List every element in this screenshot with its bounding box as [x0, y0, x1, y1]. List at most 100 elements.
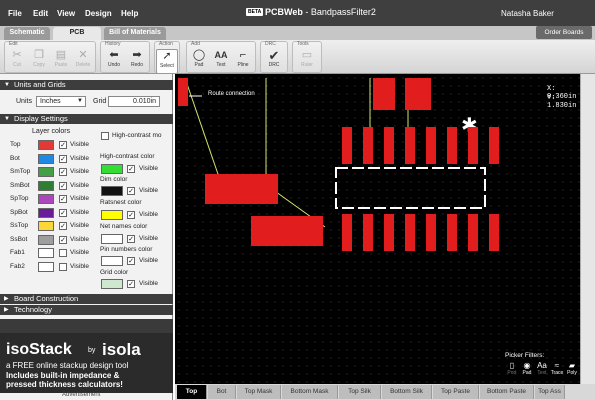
ratsnest-visible-checkbox[interactable]: ✓: [127, 211, 135, 219]
grid-visible-checkbox[interactable]: ✓: [127, 280, 135, 288]
display-settings-header[interactable]: ▼ Display Settings: [0, 114, 173, 124]
high-contrast-visible-checkbox[interactable]: ✓: [127, 165, 135, 173]
menu-view[interactable]: View: [57, 9, 75, 18]
net-names-visible-checkbox[interactable]: ✓: [127, 235, 135, 243]
layer-color-swatch[interactable]: [38, 194, 54, 204]
layer-color-swatch[interactable]: [38, 180, 54, 191]
layer-visible-checkbox[interactable]: ✓: [59, 222, 67, 230]
ruler-button[interactable]: ▭ Ruler: [296, 49, 318, 74]
menu-help[interactable]: Help: [121, 9, 138, 18]
cut-button[interactable]: ✂ Cut: [6, 49, 28, 74]
pcb-canvas[interactable]: ✱ Route connection X: 0.360in Y: 1.830in…: [175, 74, 580, 384]
picker-filter-trace[interactable]: ≈ Trace: [550, 361, 564, 376]
pad[interactable]: [178, 78, 188, 106]
grid-color-swatch[interactable]: [101, 279, 123, 289]
redo-button[interactable]: ➡ Redo: [126, 49, 148, 74]
ic-pin-pad[interactable]: [384, 214, 394, 251]
layer-color-swatch[interactable]: [38, 153, 54, 164]
layer-visible-checkbox[interactable]: ✓: [59, 141, 67, 149]
layer-tab-bottom-mask[interactable]: Bottom Mask: [282, 385, 338, 399]
pin-numbers-visible-checkbox[interactable]: ✓: [127, 257, 135, 265]
menu-design[interactable]: Design: [85, 9, 112, 18]
board-construction-header[interactable]: ▶ Board Construction: [0, 294, 173, 304]
ic-pin-pad[interactable]: [405, 214, 415, 251]
layer-color-swatch[interactable]: [38, 207, 54, 218]
vertical-scrollbar[interactable]: [580, 74, 595, 384]
delete-button[interactable]: ✕ Delete: [72, 49, 94, 74]
net-names-color-swatch[interactable]: [101, 234, 123, 244]
layer-visible-checkbox[interactable]: ✓: [59, 235, 67, 244]
picker-filter-poly[interactable]: ▰ Poly: [565, 361, 579, 376]
tab-pcb[interactable]: PCB: [53, 27, 101, 40]
technology-header[interactable]: ▶ Technology: [0, 305, 173, 315]
copy-button[interactable]: ❐ Copy: [28, 49, 50, 74]
layer-color-swatch[interactable]: [38, 234, 54, 245]
ic-pin-pad[interactable]: [405, 127, 415, 164]
layer-visible-checkbox[interactable]: ✓: [59, 181, 67, 190]
units-select[interactable]: Inches ▼: [36, 96, 86, 107]
menu-edit[interactable]: Edit: [33, 9, 48, 18]
layer-color-swatch[interactable]: [38, 221, 54, 231]
pad[interactable]: [275, 216, 323, 246]
dim-visible-checkbox[interactable]: ✓: [127, 187, 135, 195]
layer-visible-checkbox[interactable]: ✓: [59, 154, 67, 163]
picker-filter-port[interactable]: ▯ Port: [505, 361, 519, 376]
high-contrast-color-swatch[interactable]: [101, 164, 123, 174]
dim-color-swatch[interactable]: [101, 186, 123, 196]
ic-pin-pad[interactable]: [342, 127, 352, 164]
select-button[interactable]: ➚ Select: [156, 49, 178, 74]
ic-pin-pad[interactable]: [468, 214, 478, 251]
layer-tab-top-silk[interactable]: Top Silk: [339, 385, 381, 399]
layer-tab-top-ass[interactable]: Top Ass: [535, 385, 565, 399]
ic-pin-pad[interactable]: [363, 127, 373, 164]
ratsnest-color-swatch[interactable]: [101, 210, 123, 220]
ic-pin-pad[interactable]: [489, 214, 499, 251]
picker-filter-pad[interactable]: ◉ Pad: [520, 361, 534, 376]
pad[interactable]: [405, 78, 431, 110]
pad[interactable]: [373, 78, 395, 110]
order-boards-button[interactable]: Order Boards: [536, 26, 592, 39]
tab-schematic[interactable]: Schematic: [4, 27, 50, 40]
layer-tab-top-paste[interactable]: Top Paste: [433, 385, 479, 399]
layer-visible-checkbox[interactable]: ✓: [59, 168, 67, 176]
isostack-advertisement[interactable]: isoStack by isola a FREE online stackup …: [0, 333, 173, 393]
layer-color-swatch[interactable]: [38, 248, 54, 258]
layer-tab-bot[interactable]: Bot: [208, 385, 236, 399]
undo-button[interactable]: ⬅ Undo: [103, 49, 125, 74]
ic-pin-pad[interactable]: [384, 127, 394, 164]
layer-visible-checkbox[interactable]: ✓: [59, 195, 67, 203]
pin-numbers-color-swatch[interactable]: [101, 256, 123, 266]
units-grids-header[interactable]: ▼ Units and Grids: [0, 80, 173, 90]
layer-tab-bottom-paste[interactable]: Bottom Paste: [480, 385, 534, 399]
text-button[interactable]: AA Text: [210, 49, 232, 74]
high-contrast-checkbox[interactable]: [101, 132, 109, 140]
menu-file[interactable]: File: [8, 9, 22, 18]
ic-pin-pad[interactable]: [468, 127, 478, 164]
ic-pin-pad[interactable]: [489, 127, 499, 164]
ic-pin-pad[interactable]: [447, 127, 457, 164]
layer-visible-checkbox[interactable]: [59, 262, 67, 271]
ic-pin-pad[interactable]: [363, 214, 373, 251]
layer-tab-bottom-silk[interactable]: Bottom Silk: [382, 385, 432, 399]
ic-pin-pad[interactable]: [426, 214, 436, 251]
layer-color-swatch[interactable]: [38, 261, 54, 272]
tab-bill-of-materials[interactable]: Bill of Materials: [104, 27, 166, 40]
picker-filter-text[interactable]: Aa Text: [535, 361, 549, 376]
layer-tab-top-mask[interactable]: Top Mask: [237, 385, 281, 399]
layer-visible-checkbox[interactable]: [59, 249, 67, 257]
user-name[interactable]: Natasha Baker: [501, 9, 554, 18]
pad-button[interactable]: ◯ Pad: [188, 49, 210, 74]
drc-button[interactable]: ✔ DRC: [263, 49, 285, 74]
layer-color-swatch[interactable]: [38, 167, 54, 177]
ic-pin-pad[interactable]: [342, 214, 352, 251]
ic-pin-pad[interactable]: [426, 127, 436, 164]
pline-button[interactable]: ⌐ Pline: [232, 49, 254, 74]
layer-color-swatch[interactable]: [38, 140, 54, 150]
ic-pin-pad[interactable]: [447, 214, 457, 251]
layer-tab-top[interactable]: Top: [177, 385, 207, 399]
grid-input[interactable]: 0.010in: [108, 96, 160, 107]
layer-visible-checkbox[interactable]: ✓: [59, 208, 67, 217]
pad[interactable]: [232, 174, 278, 204]
pad[interactable]: [205, 174, 235, 204]
paste-button[interactable]: ▤ Paste: [50, 49, 72, 74]
